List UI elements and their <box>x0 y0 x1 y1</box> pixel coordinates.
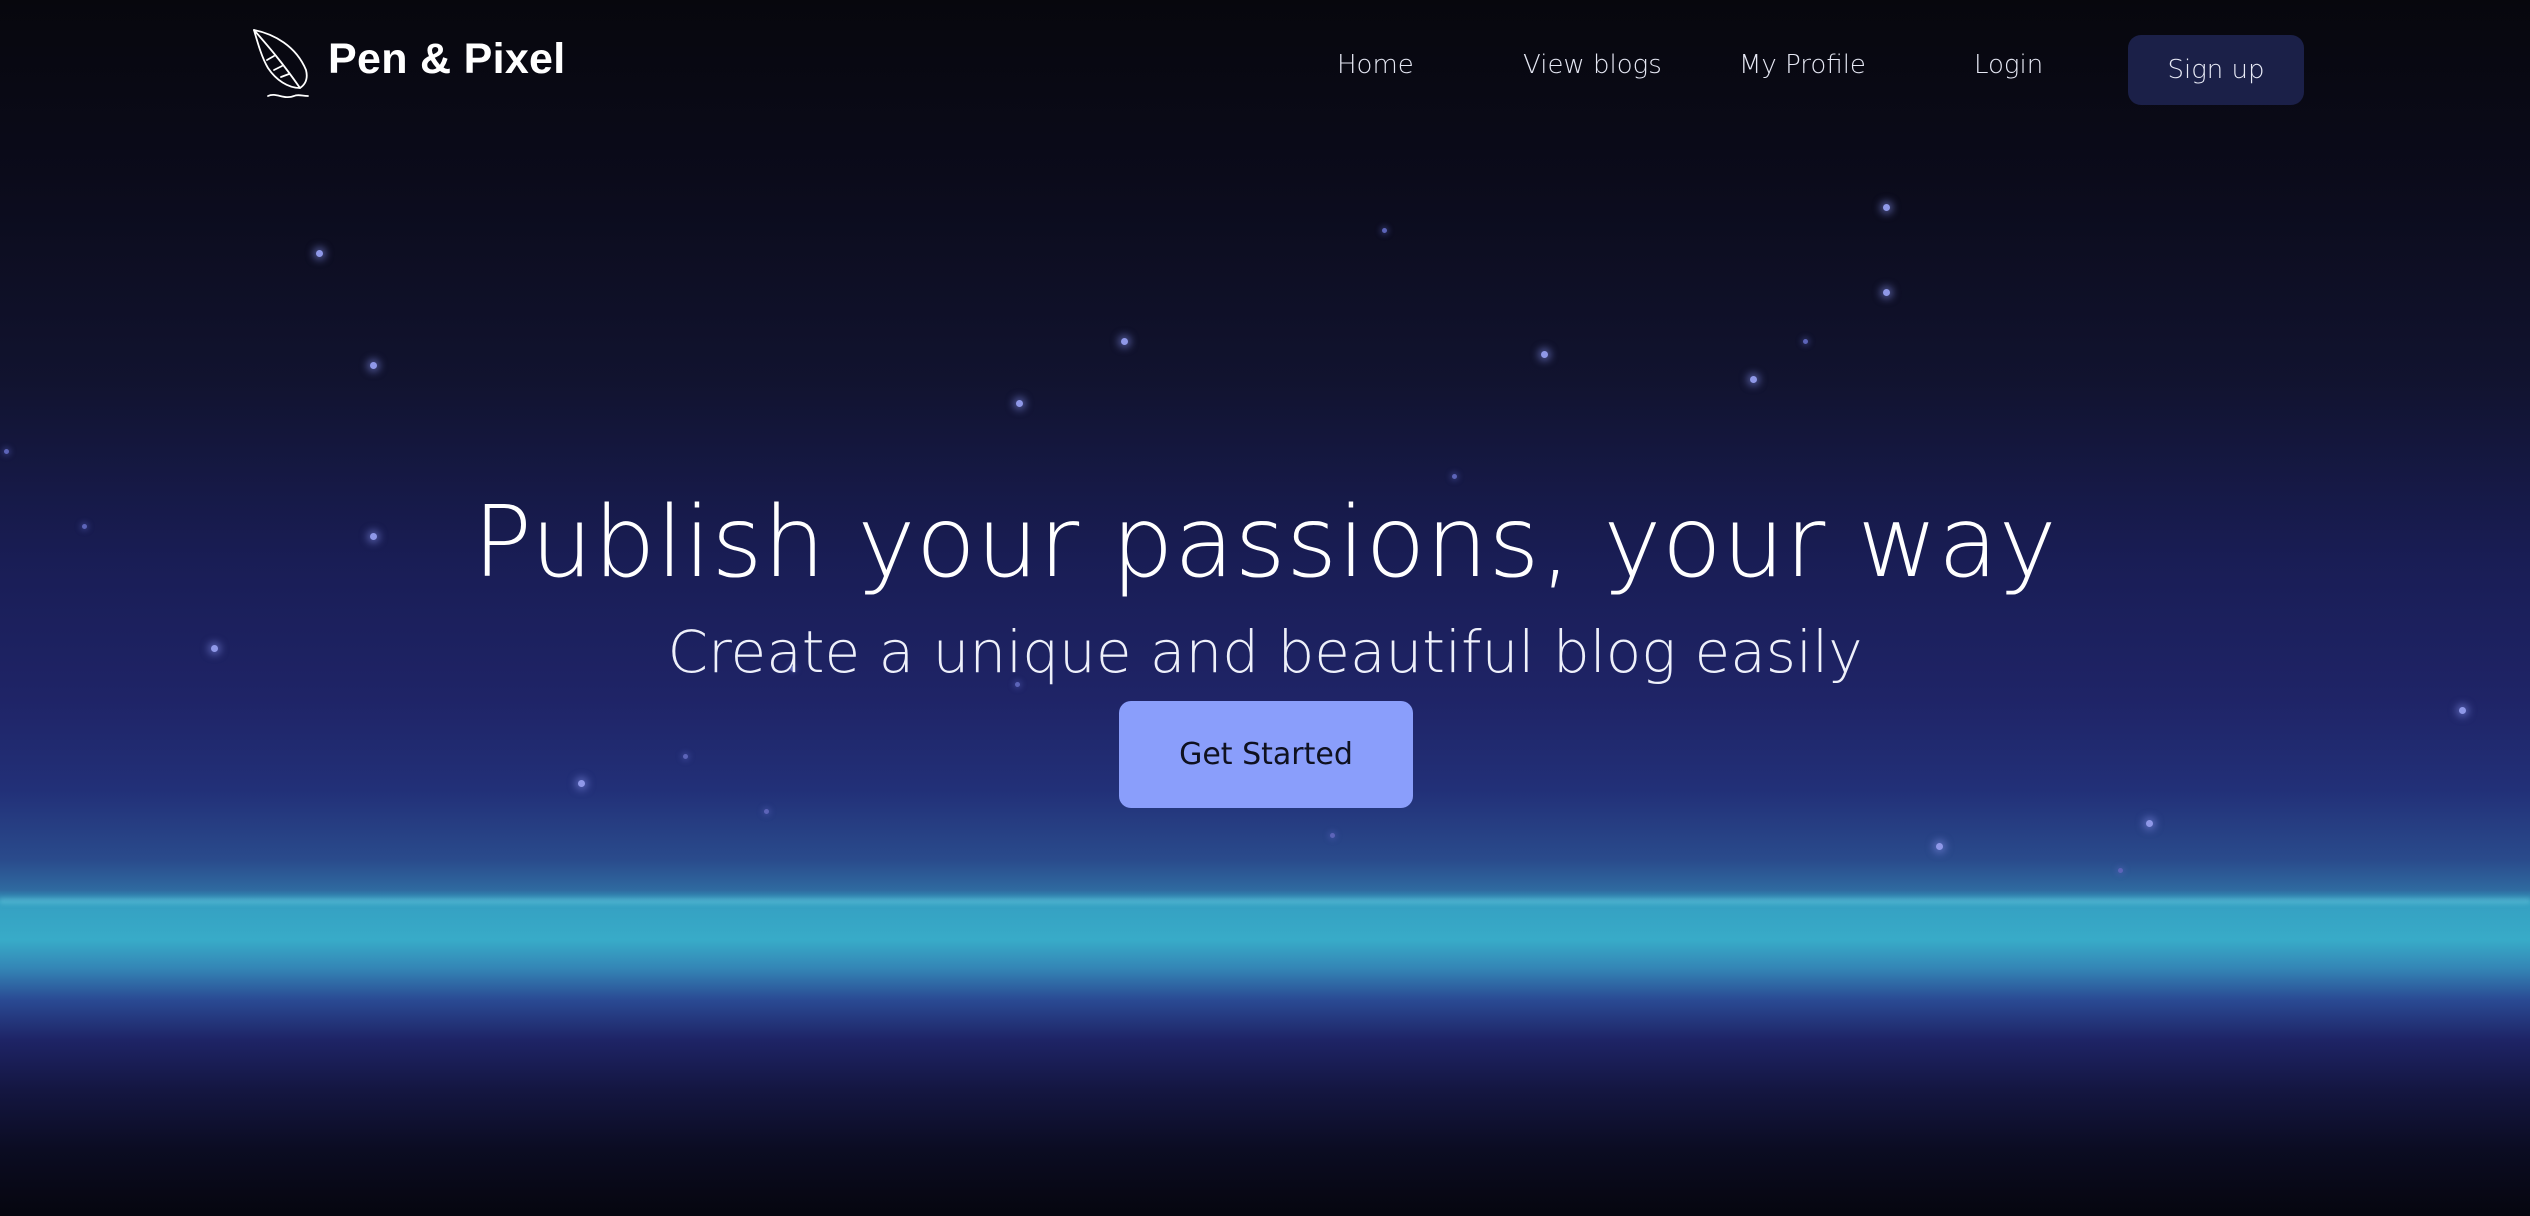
star <box>1541 351 1548 358</box>
feather-quill-icon <box>252 26 314 102</box>
star <box>1883 289 1890 296</box>
star <box>1883 204 1890 211</box>
star <box>2459 707 2466 714</box>
landing-page: Pen & Pixel Home View blogs My Profile L… <box>0 0 2530 1216</box>
nav-my-profile-link[interactable]: My Profile <box>1739 50 1866 80</box>
star <box>764 809 769 814</box>
brand-logo-link[interactable]: Pen & Pixel <box>252 26 566 102</box>
star <box>578 780 585 787</box>
hero-title: Publish your passions, your way <box>472 485 2058 600</box>
star <box>2146 820 2153 827</box>
horizon-glow <box>0 898 2530 904</box>
brand-name: Pen & Pixel <box>328 34 566 83</box>
star <box>1750 376 1757 383</box>
star <box>1330 833 1335 838</box>
nav-home-link[interactable]: Home <box>1337 50 1414 80</box>
nav-login-link[interactable]: Login <box>1974 50 2043 80</box>
signup-button[interactable]: Sign up <box>2128 35 2304 105</box>
star <box>2118 868 2123 873</box>
top-navbar: Pen & Pixel Home View blogs My Profile L… <box>0 0 2530 140</box>
star <box>1936 843 1943 850</box>
star <box>4 449 9 454</box>
star <box>370 362 377 369</box>
star <box>316 250 323 257</box>
star <box>1121 338 1128 345</box>
get-started-button[interactable]: Get Started <box>1119 701 1413 808</box>
star <box>1016 400 1023 407</box>
star <box>1803 339 1808 344</box>
star <box>683 754 688 759</box>
hero-subtitle: Create a unique and beautiful blog easil… <box>667 618 1863 686</box>
nav-view-blogs-link[interactable]: View blogs <box>1523 50 1662 80</box>
star <box>1382 228 1387 233</box>
